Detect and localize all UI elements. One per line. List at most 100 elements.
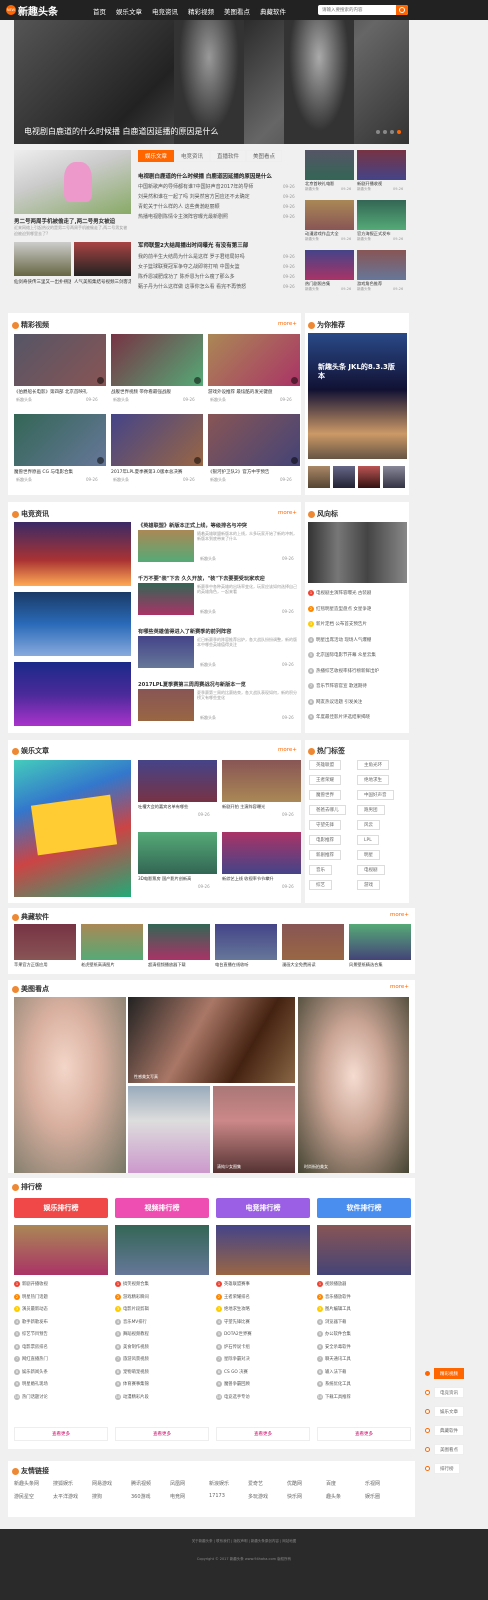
news-list-item[interactable]: 热播电视剧陈情令主演阵容曝光最新剧照 bbox=[138, 213, 278, 220]
news-list-item[interactable]: 女子篮球联赛冠军争夺之战即将打响 中国女篮 bbox=[138, 263, 278, 270]
friend-link[interactable]: 新趣头条网 bbox=[14, 1480, 39, 1487]
slider-dot[interactable] bbox=[383, 130, 387, 134]
tag-item[interactable]: 风云 bbox=[357, 820, 380, 830]
ranking-item[interactable]: 6 美食制作视频 bbox=[115, 1343, 209, 1350]
ranking-item-text[interactable]: CS GO 决赛 bbox=[224, 1369, 248, 1375]
video-title[interactable]: 魔兽世界原画 CG 与电影合集 bbox=[14, 469, 106, 475]
ranking-cover[interactable] bbox=[115, 1225, 209, 1275]
ranking-item[interactable]: 8 CS GO 决赛 bbox=[216, 1368, 310, 1375]
top-main-image[interactable] bbox=[14, 150, 131, 214]
friend-link[interactable]: 太平洋游戏 bbox=[53, 1493, 78, 1500]
software-thumb[interactable] bbox=[215, 924, 277, 960]
top-headline-2[interactable]: 军师联盟2大结局播出时间曝光 有没有第三部 bbox=[138, 241, 298, 249]
ranking-item-text[interactable]: 绝地求生攻略 bbox=[224, 1306, 250, 1312]
side-nav-item[interactable]: 精彩视频 bbox=[425, 1368, 464, 1379]
ranking-item[interactable]: 7 网红直播热门 bbox=[14, 1356, 108, 1362]
top-headline-1[interactable]: 电视剧白鹿道的什么时候播 白鹿道因延播的原因是什么 bbox=[138, 172, 298, 180]
ranking-item-text[interactable]: 体育赛事集锦 bbox=[123, 1381, 149, 1387]
video-title[interactable]: 游戏外设推荐 最炫酷的发光键盘 bbox=[208, 389, 300, 395]
tag-item[interactable]: 跑男团 bbox=[357, 805, 385, 815]
esports-article-title[interactable]: 千万不要"装"下去 久久开放，"装"下去要要受玩家欢迎 bbox=[138, 575, 298, 582]
ranking-cover[interactable] bbox=[317, 1225, 411, 1275]
ranking-item[interactable]: 7 聊天通讯工具 bbox=[317, 1356, 411, 1362]
top-small-title-1[interactable]: 仙剑奇侠传三里又一出扑朔迷离 bbox=[14, 279, 71, 285]
software-title[interactable]: 风景壁纸精选合集 bbox=[349, 962, 411, 968]
play-icon[interactable] bbox=[194, 457, 201, 464]
esports-image-2[interactable] bbox=[14, 592, 131, 656]
ranking-item-text[interactable]: 炉石传说卡组 bbox=[224, 1344, 250, 1350]
side-nav-item[interactable]: 娱乐文章 bbox=[425, 1406, 464, 1417]
friend-link[interactable]: 百度 bbox=[326, 1480, 336, 1487]
fengyun-item-text[interactable]: 电视剧主演阵容曝光 古装剧 bbox=[316, 590, 371, 596]
side-nav-label[interactable]: 美图看点 bbox=[434, 1444, 464, 1455]
ranking-item-text[interactable]: 输入法下载 bbox=[325, 1369, 346, 1375]
ranking-item-text[interactable]: 综艺节目预告 bbox=[22, 1331, 48, 1337]
esports-article-thumb[interactable] bbox=[138, 636, 194, 668]
news-list-item[interactable]: 中国新歌声的导师都有谁?中国好声音2017年的导师 bbox=[138, 183, 278, 190]
play-icon[interactable] bbox=[97, 457, 104, 464]
fengyun-item[interactable]: 7 音乐节阵容官宣 歌迷期待 bbox=[308, 683, 407, 689]
ranking-item-text[interactable]: 守望先锋比赛 bbox=[224, 1319, 250, 1325]
side-nav-item[interactable]: 典藏软件 bbox=[425, 1425, 464, 1436]
ranking-item[interactable]: 5 DOTA2世界赛 bbox=[216, 1331, 310, 1337]
ranking-item[interactable]: 7 旅游风景视频 bbox=[115, 1356, 209, 1362]
ranking-item[interactable]: 4 歌手新歌发布 bbox=[14, 1318, 108, 1325]
ranking-item[interactable]: 5 舞蹈视频教程 bbox=[115, 1331, 209, 1337]
slider-dot[interactable] bbox=[376, 130, 380, 134]
ranking-item[interactable]: 4 守望先锋比赛 bbox=[216, 1318, 310, 1325]
grid-thumb[interactable] bbox=[305, 200, 354, 230]
tab-live[interactable]: 直播软件 bbox=[210, 150, 247, 162]
friend-link[interactable]: 游民星空 bbox=[14, 1493, 34, 1500]
yule-thumb[interactable] bbox=[222, 760, 301, 802]
fengyun-item[interactable]: 4 明星出席活动 现场人气爆棚 bbox=[308, 636, 407, 643]
software-title[interactable]: 苹果官方正版应用 bbox=[14, 962, 76, 968]
tag-item[interactable]: 音乐 bbox=[309, 865, 332, 875]
esports-more-link[interactable]: more+ bbox=[278, 510, 297, 516]
ranking-item-text[interactable]: 英雄联盟赛事 bbox=[224, 1281, 250, 1287]
software-title[interactable]: 老虎壁纸高清图片 bbox=[81, 962, 143, 968]
ranking-item[interactable]: 9 明星婚礼现场 bbox=[14, 1381, 108, 1387]
friend-link[interactable]: 凤凰网 bbox=[170, 1480, 185, 1487]
fengyun-item[interactable]: 6 热播综艺收视率排行榜新鲜出炉 bbox=[308, 667, 407, 674]
ranking-item-text[interactable]: 歌手新歌发布 bbox=[22, 1319, 48, 1325]
ranking-tab[interactable]: 视频排行榜 bbox=[115, 1198, 209, 1218]
fengyun-item-text[interactable]: 网友热议话题 引发关注 bbox=[316, 699, 362, 705]
ranking-item-text[interactable]: 聊天通讯工具 bbox=[325, 1356, 351, 1362]
ranking-item[interactable]: 10 下载工具推荐 bbox=[317, 1393, 411, 1400]
nav-home[interactable]: 首页 bbox=[93, 6, 106, 16]
tag-item[interactable]: 综艺 bbox=[309, 880, 332, 890]
recommend-banner[interactable]: 新趣头条 JKL的8.3.3版本 bbox=[308, 333, 407, 459]
ranking-item-text[interactable]: 办公软件合集 bbox=[325, 1331, 351, 1337]
tag-item[interactable]: 电视剧 bbox=[357, 865, 385, 875]
fengyun-item[interactable]: 8 网友热议话题 引发关注 bbox=[308, 698, 407, 705]
friend-link[interactable]: 多玩游戏 bbox=[248, 1493, 268, 1500]
slider-dot[interactable] bbox=[390, 130, 394, 134]
tag-item[interactable]: 爸爸去哪儿 bbox=[309, 805, 346, 815]
tag-item[interactable]: 电影推荐 bbox=[309, 835, 341, 845]
ranking-item-text[interactable]: 新剧开播收视 bbox=[22, 1281, 48, 1287]
play-icon[interactable] bbox=[97, 377, 104, 384]
ranking-item-text[interactable]: 舞蹈视频教程 bbox=[123, 1331, 149, 1337]
top-small-image-1[interactable] bbox=[14, 242, 71, 276]
ranking-item-text[interactable]: 游戏精彩瞬间 bbox=[123, 1294, 149, 1300]
fengyun-item[interactable]: 5 北京国际电影节开幕 众星云集 bbox=[308, 652, 407, 658]
fengyun-item-text[interactable]: 北京国际电影节开幕 众星云集 bbox=[316, 652, 376, 658]
software-thumb[interactable] bbox=[349, 924, 411, 960]
ranking-item[interactable]: 4 音乐MV排行 bbox=[115, 1318, 209, 1325]
top-main-title[interactable]: 男二号两周手机被偷走了,两二号男女被迫 bbox=[14, 217, 131, 225]
grid-thumb[interactable] bbox=[305, 150, 354, 180]
video-more-link[interactable]: more+ bbox=[278, 321, 297, 327]
ranking-item[interactable]: 10 热门话题讨论 bbox=[14, 1393, 108, 1400]
tag-item[interactable]: 王者荣耀 bbox=[309, 775, 341, 785]
ranking-item-text[interactable]: 电影片段剪辑 bbox=[123, 1306, 149, 1312]
top-small-image-2[interactable] bbox=[74, 242, 131, 276]
ranking-item[interactable]: 1 视频播放器 bbox=[317, 1281, 411, 1287]
news-list-item[interactable]: 陈乔恩减肥成功了 陈乔恩为什么瘦了那么多 bbox=[138, 273, 278, 280]
ranking-cover[interactable] bbox=[216, 1225, 310, 1275]
slider-dot-active[interactable] bbox=[397, 130, 401, 134]
ranking-item-text[interactable]: 明星婚礼现场 bbox=[22, 1381, 48, 1387]
fengyun-item[interactable]: 3 新片定档 公布首支预告片 bbox=[308, 621, 407, 627]
ranking-cover[interactable] bbox=[14, 1225, 108, 1275]
ranking-tab[interactable]: 娱乐排行榜 bbox=[14, 1198, 108, 1218]
tag-item[interactable]: 新剧推荐 bbox=[309, 850, 341, 860]
